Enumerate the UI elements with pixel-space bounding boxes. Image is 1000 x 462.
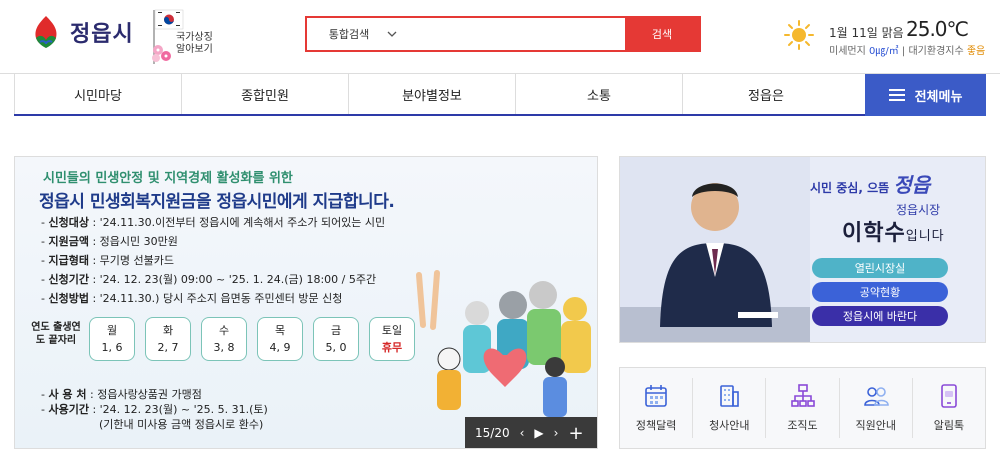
calendar-icon — [645, 385, 667, 407]
search-bar: 통합검색 검색 — [305, 16, 701, 52]
search-button[interactable]: 검색 — [625, 18, 699, 50]
staff-icon — [863, 387, 889, 406]
banner-foot-note: (기한내 미사용 금액 정읍시로 환수) — [99, 418, 264, 431]
nav-item-about[interactable]: 정읍은 — [682, 74, 849, 114]
weather-temperature: 25.0℃ — [906, 17, 969, 41]
quick-link-label: 알림톡 — [933, 419, 965, 432]
search-input[interactable] — [419, 18, 625, 50]
nav-item-civil-service[interactable]: 종합민원 — [181, 74, 348, 114]
banner-info-row: - 지급형태 : 무기명 선불카드 — [41, 254, 174, 267]
site-logo[interactable]: 정읍시 — [28, 14, 134, 50]
quick-link-label: 조직도 — [787, 419, 818, 432]
quick-link-policy-calendar[interactable]: 정책달력 — [620, 378, 692, 438]
sun-icon — [784, 20, 814, 50]
chevron-down-icon — [387, 31, 397, 37]
schedule-label: 연도 출생연도 끝자리 — [31, 322, 81, 346]
schedule-day: 화 2, 7 — [145, 317, 191, 361]
all-menu-label: 전체메뉴 — [914, 89, 963, 105]
site-header: 정읍시 국가상징 알아보기 통합검색 검색 1월 11일 맑음 25.0℃ 미세… — [0, 0, 1000, 74]
org-chart-icon — [790, 384, 815, 407]
play-icon[interactable]: ▶ — [534, 426, 543, 440]
message-icon — [941, 384, 957, 408]
main-banner[interactable]: 시민들의 민생안정 및 지역경제 활성화를 위한 정읍시 민생회복지원금을 정읍… — [14, 156, 598, 449]
quick-link-org-chart[interactable]: 조직도 — [765, 378, 838, 438]
search-category-select[interactable]: 통합검색 — [307, 18, 419, 50]
logo-text: 정읍시 — [70, 22, 134, 47]
dust-label: 미세먼지 — [829, 46, 866, 57]
air-quality: 미세먼지 0㎍/㎥ | 대기환경지수 좋음 — [829, 46, 986, 57]
schedule-day: 수 3, 8 — [201, 317, 247, 361]
logo-emblem-icon — [35, 16, 57, 48]
family-illustration — [416, 270, 591, 417]
quick-link-staff-guide[interactable]: 직원안내 — [838, 378, 912, 438]
dust-value: 0㎍/㎥ — [869, 46, 899, 57]
banner-subtitle: 시민들의 민생안정 및 지역경제 활성화를 위한 — [43, 171, 293, 186]
weather-widget: 1월 11일 맑음 25.0℃ 미세먼지 0㎍/㎥ | 대기환경지수 좋음 — [784, 17, 1000, 60]
mayor-name: 이학수입니다 — [842, 221, 945, 246]
more-plus-icon[interactable]: + — [568, 423, 583, 444]
hamburger-icon — [888, 89, 905, 101]
quick-link-label: 정책달력 — [635, 419, 677, 432]
prev-slide-icon[interactable]: ‹ — [520, 426, 525, 440]
schedule-day: 월 1, 6 — [89, 317, 135, 361]
quick-link-building-guide[interactable]: 청사안내 — [692, 378, 765, 438]
quick-link-label: 청사안내 — [709, 419, 750, 432]
banner-info-row: - 신청기간 : '24. 12. 23(월) 09:00 ~ '25. 1. … — [41, 273, 377, 286]
national-symbol-link[interactable]: 국가상징 알아보기 — [176, 32, 213, 56]
banner-info-row: - 지원금액 : 정읍시민 30만원 — [41, 235, 178, 248]
air-index-label: 대기환경지수 — [908, 46, 964, 57]
symbol-text-line-1: 국가상징 — [176, 32, 213, 43]
banner-info-row: - 신청대상 : '24.11.30.이전부터 정읍시에 계속해서 주소가 되어… — [41, 216, 386, 229]
banner-usage-info: - 사 용 처 : 정읍사랑상품권 가맹점 - 사용기간 : '24. 12. … — [41, 388, 268, 431]
banner-slider-controls: 15/20 ‹ ▶ › + — [465, 417, 597, 448]
quick-link-notification-talk[interactable]: 알림톡 — [911, 378, 985, 438]
nav-item-field-info[interactable]: 분야별정보 — [348, 74, 515, 114]
pledge-status-button[interactable]: 공약현황 — [812, 282, 948, 302]
slide-counter: 15/20 — [475, 426, 510, 440]
building-icon — [720, 385, 740, 407]
mayor-panel: 시민 중심, 으뜸 정읍 정읍시장 이학수입니다 열린시장실 공약현황 정읍시에… — [619, 156, 986, 343]
banner-title: 정읍시 민생회복지원금을 정읍시민에게 지급합니다. — [39, 192, 395, 212]
weather-date: 1월 11일 맑음 — [829, 26, 904, 40]
search-category-label: 통합검색 — [328, 28, 370, 41]
air-index-value: 좋음 — [966, 46, 986, 57]
banner-info-row: - 신청방법 : '24.11.30.) 당시 주소지 읍면동 주민센터 방문 … — [41, 292, 343, 305]
symbol-text-line-2: 알아보기 — [176, 44, 213, 55]
mayor-photo — [620, 157, 810, 342]
nav-item-communication[interactable]: 소통 — [515, 74, 682, 114]
all-menu-button[interactable]: 전체메뉴 — [865, 74, 986, 116]
quick-links: 정책달력 청사안내 조직도 직원안내 알림톡 — [619, 367, 986, 449]
suggestion-button[interactable]: 정읍시에 바란다 — [812, 306, 948, 326]
banner-info-list: - 신청대상 : '24.11.30.이전부터 정읍시에 계속해서 주소가 되어… — [41, 213, 385, 308]
mayor-slogan: 시민 중심, 으뜸 정읍 — [810, 173, 931, 197]
schedule-day: 목 4, 9 — [257, 317, 303, 361]
schedule-day: 금 5, 0 — [313, 317, 359, 361]
nav-item-citizen[interactable]: 시민마당 — [14, 74, 181, 114]
quick-link-label: 직원안내 — [855, 419, 896, 432]
open-mayor-office-button[interactable]: 열린시장실 — [812, 258, 948, 278]
main-nav: 시민마당 종합민원 분야별정보 소통 정읍은 전체메뉴 — [14, 74, 986, 116]
next-slide-icon[interactable]: › — [554, 426, 559, 440]
